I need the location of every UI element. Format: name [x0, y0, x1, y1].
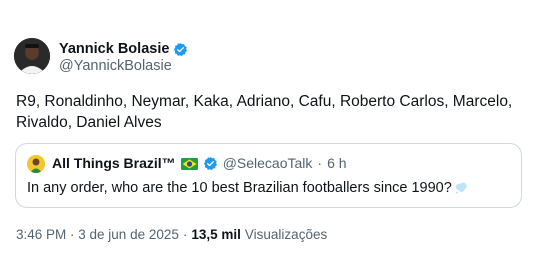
quoted-time[interactable]: 6 h: [327, 155, 346, 171]
author-avatar[interactable]: [14, 38, 50, 74]
quoted-separator: ·: [317, 155, 323, 171]
quoted-text: In any order, who are the 10 best Brazil…: [27, 180, 452, 196]
thought-bubble-icon: [455, 182, 468, 194]
author-handle[interactable]: @YannickBolasie: [59, 58, 172, 74]
quoted-tweet[interactable]: All Things Brazil™ @SelecaoTalk · 6 h In…: [15, 143, 522, 208]
quoted-verified-badge-icon: [203, 156, 218, 171]
verified-badge-icon: [173, 42, 188, 57]
brazil-flag-icon: [180, 157, 198, 170]
tweet-text: R9, Ronaldinho, Neymar, Kaka, Adriano, C…: [16, 93, 513, 131]
tweet-card: Yannick Bolasie @YannickBolasie R9, Rona…: [0, 0, 539, 257]
quoted-author-handle[interactable]: @SelecaoTalk: [223, 155, 313, 171]
meta-separator: ·: [182, 227, 188, 242]
quoted-author-avatar[interactable]: [27, 155, 45, 173]
quoted-header: All Things Brazil™ @SelecaoTalk · 6 h: [52, 155, 347, 171]
author-name[interactable]: Yannick Bolasie: [59, 41, 169, 57]
quoted-author-name[interactable]: All Things Brazil™: [52, 155, 176, 171]
tweet-timestamp[interactable]: 3:46 PM · 3 de jun de 2025: [16, 227, 179, 242]
views-count: 13,5 mil: [191, 227, 241, 242]
views-label: Visualizações: [244, 227, 328, 242]
author-name-row[interactable]: Yannick Bolasie: [59, 41, 188, 57]
quoted-text-row: In any order, who are the 10 best Brazil…: [27, 180, 468, 196]
tweet-meta: 3:46 PM · 3 de jun de 2025 · 13,5 mil Vi…: [16, 227, 327, 242]
